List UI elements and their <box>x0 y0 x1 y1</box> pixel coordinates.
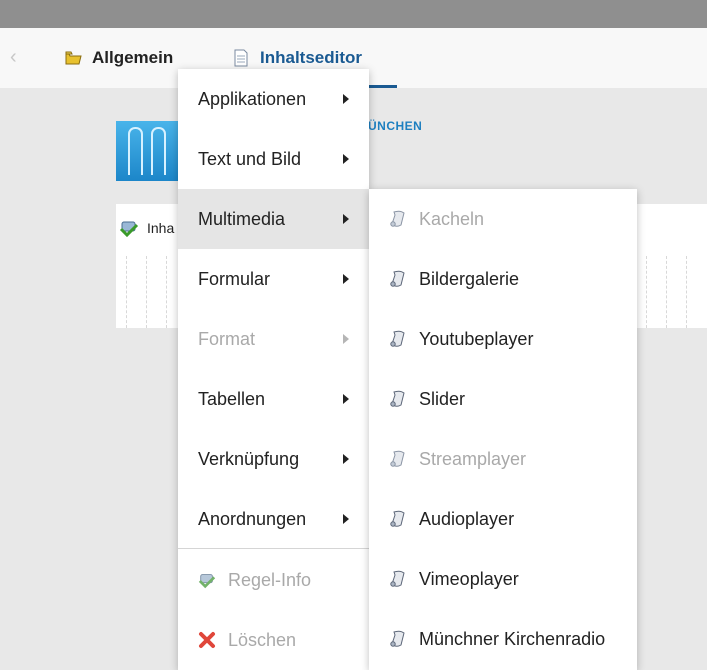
menu-item-regel-info: Regel-Info <box>178 550 369 610</box>
document-icon <box>234 49 248 67</box>
submenu-item-slider[interactable]: Slider <box>369 369 637 429</box>
menu-item-label: Verknüpfung <box>198 448 300 469</box>
tab-allgemein-label: Allgemein <box>92 48 174 67</box>
menu-item-label: Format <box>198 328 256 349</box>
scroll-icon <box>390 390 405 407</box>
content-panel-label: Inha <box>147 220 175 236</box>
menu-item-label: Formular <box>198 268 271 289</box>
folder-icon <box>65 51 82 65</box>
menu-item-text-und-bild[interactable]: Text und Bild <box>178 129 369 189</box>
submenu-item-streamplayer: Streamplayer <box>369 429 637 489</box>
submenu-item-audioplayer[interactable]: Audioplayer <box>369 489 637 549</box>
menu-item-label: Regel-Info <box>228 569 312 590</box>
submenu-item-kacheln: Kacheln <box>369 189 637 249</box>
scroll-icon <box>390 330 405 347</box>
submenu-item-label: Youtubeplayer <box>419 328 534 349</box>
logo-text: ÜNCHEN <box>368 119 423 133</box>
submenu-arrow-icon <box>343 334 349 344</box>
menu-item-loeschen: Löschen <box>178 610 369 670</box>
menu-item-label: Applikationen <box>198 88 307 109</box>
logo <box>116 121 178 181</box>
scroll-icon <box>390 210 405 227</box>
menu-item-format: Format <box>178 309 369 369</box>
submenu-arrow-icon <box>343 154 349 164</box>
window-top-bar <box>0 0 707 28</box>
submenu-arrow-icon <box>343 514 349 524</box>
submenu-item-label: Slider <box>419 388 466 409</box>
submenu-item-label: Vimeoplayer <box>419 568 519 589</box>
context-menu: Applikationen Text und Bild Multimedia F… <box>178 69 369 670</box>
menu-item-multimedia[interactable]: Multimedia <box>178 189 369 249</box>
scroll-icon <box>390 450 405 467</box>
submenu-item-label: Bildergalerie <box>419 268 520 289</box>
rule-info-icon <box>119 221 139 237</box>
submenu-item-label: Münchner Kirchenradio <box>419 628 606 649</box>
menu-item-label: Anordnungen <box>198 508 307 529</box>
content-panel-header: Inha <box>116 204 174 252</box>
scroll-icon <box>390 270 405 287</box>
rule-info-icon <box>198 574 216 589</box>
menu-item-tabellen[interactable]: Tabellen <box>178 369 369 429</box>
menu-item-label: Löschen <box>228 629 297 650</box>
menu-separator <box>178 548 369 549</box>
menu-item-label: Multimedia <box>198 208 286 229</box>
menu-item-applikationen[interactable]: Applikationen <box>178 69 369 129</box>
submenu-item-vimeoplayer[interactable]: Vimeoplayer <box>369 549 637 609</box>
submenu-item-label: Audioplayer <box>419 508 515 529</box>
submenu-item-bildergalerie[interactable]: Bildergalerie <box>369 249 637 309</box>
submenu-arrow-icon <box>343 394 349 404</box>
menu-item-label: Text und Bild <box>198 148 302 169</box>
scroll-icon <box>390 570 405 587</box>
menu-item-verknuepfung[interactable]: Verknüpfung <box>178 429 369 489</box>
multimedia-submenu: Kacheln Bildergalerie Youtubeplayer Slid… <box>369 189 637 670</box>
submenu-item-youtubeplayer[interactable]: Youtubeplayer <box>369 309 637 369</box>
tab-inhaltseditor-label: Inhaltseditor <box>260 48 363 67</box>
menu-item-formular[interactable]: Formular <box>178 249 369 309</box>
scroll-icon <box>390 510 405 527</box>
submenu-arrow-icon <box>343 214 349 224</box>
tab-allgemein[interactable]: Allgemein <box>64 28 173 88</box>
delete-icon <box>199 632 215 648</box>
submenu-arrow-icon <box>343 454 349 464</box>
submenu-item-label: Kacheln <box>419 208 485 229</box>
submenu-item-label: Streamplayer <box>419 448 527 469</box>
submenu-arrow-icon <box>343 94 349 104</box>
scroll-icon <box>390 630 405 647</box>
menu-item-label: Tabellen <box>198 388 266 409</box>
menu-item-anordnungen[interactable]: Anordnungen <box>178 489 369 549</box>
submenu-arrow-icon <box>343 274 349 284</box>
back-arrow-icon[interactable]: ‹ <box>10 46 28 68</box>
submenu-item-muenchner-kirchenradio[interactable]: Münchner Kirchenradio <box>369 609 637 669</box>
